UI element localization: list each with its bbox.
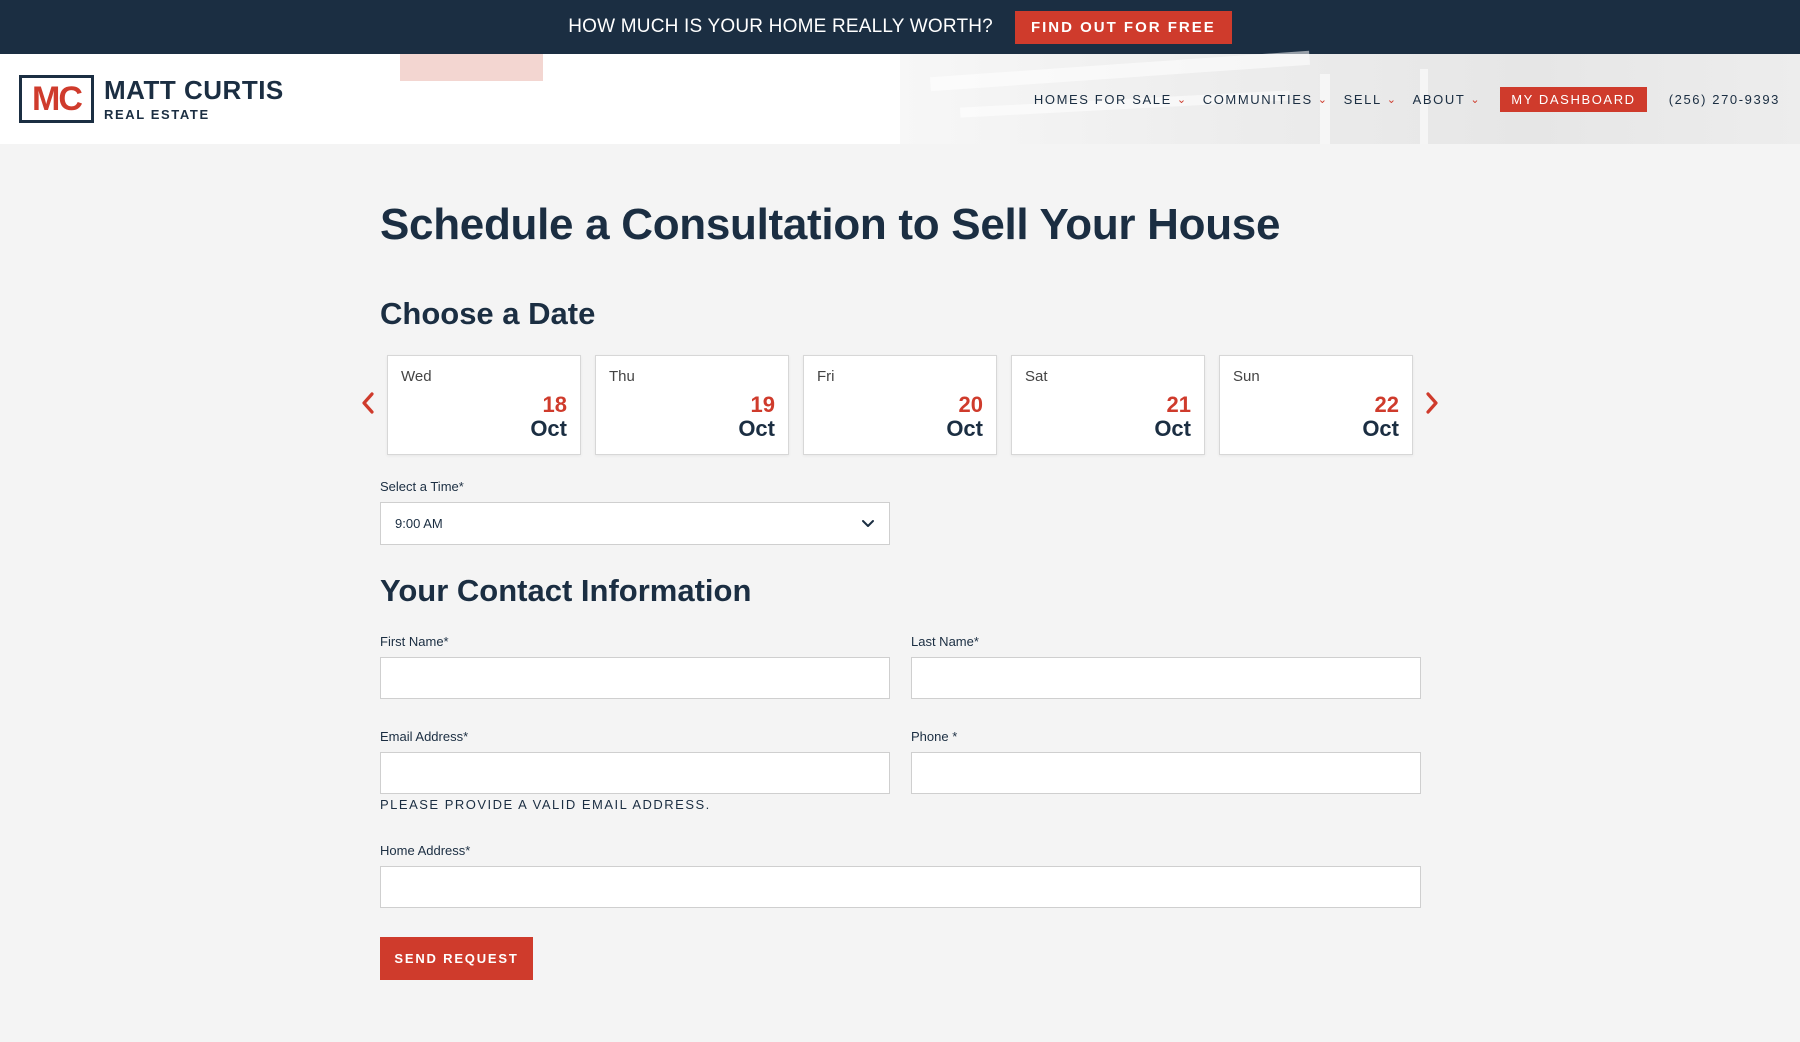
date-number: 18 — [542, 392, 567, 417]
date-month: Oct — [530, 416, 567, 441]
nav-sell[interactable]: SELL ⌄ — [1344, 92, 1398, 107]
site-header: MC MATT CURTIS REAL ESTATE HOMES FOR SAL… — [0, 50, 1800, 144]
phone-field[interactable] — [911, 752, 1421, 794]
date-month: Oct — [1362, 416, 1399, 441]
first-name-label: First Name* — [380, 634, 449, 649]
chevron-down-icon — [862, 519, 874, 527]
announcement-bar: HOW MUCH IS YOUR HOME REALLY WORTH? FIND… — [0, 0, 1800, 54]
date-month: Oct — [738, 416, 775, 441]
chevron-down-icon: ⌄ — [1470, 94, 1482, 106]
home-address-label: Home Address* — [380, 843, 471, 858]
chevron-left-icon — [362, 392, 374, 414]
date-card[interactable]: Thu 19 Oct — [595, 355, 789, 455]
nav-label: ABOUT — [1412, 92, 1466, 107]
faded-header-button — [400, 54, 543, 81]
last-name-label: Last Name* — [911, 634, 979, 649]
site-logo[interactable]: MC MATT CURTIS REAL ESTATE — [19, 75, 284, 123]
chevron-down-icon: ⌄ — [1317, 94, 1329, 106]
nav-communities[interactable]: COMMUNITIES ⌄ — [1203, 92, 1329, 107]
nav-homes-for-sale[interactable]: HOMES FOR SALE ⌄ — [1034, 92, 1188, 107]
phone-label: Phone * — [911, 729, 958, 744]
date-card[interactable]: Fri 20 Oct — [803, 355, 997, 455]
nav-about[interactable]: ABOUT ⌄ — [1413, 92, 1482, 107]
nav-label: SELL — [1343, 92, 1382, 107]
time-label: Select a Time* — [380, 479, 464, 494]
choose-date-heading: Choose a Date — [380, 296, 596, 331]
logo-subtitle: REAL ESTATE — [104, 106, 210, 122]
date-weekday: Wed — [401, 368, 432, 385]
my-dashboard-button[interactable]: MY DASHBOARD — [1500, 87, 1647, 112]
time-select[interactable]: 9:00 AM — [380, 502, 890, 545]
date-weekday: Sun — [1233, 368, 1260, 385]
date-card[interactable]: Sat 21 Oct — [1011, 355, 1205, 455]
date-number: 21 — [1166, 392, 1191, 417]
announcement-text: HOW MUCH IS YOUR HOME REALLY WORTH? — [568, 16, 993, 37]
date-weekday: Sat — [1025, 368, 1048, 385]
date-month: Oct — [1154, 416, 1191, 441]
email-error-message: PLEASE PROVIDE A VALID EMAIL ADDRESS. — [380, 797, 711, 812]
date-card[interactable]: Sun 22 Oct — [1219, 355, 1413, 455]
nav-label: HOMES FOR SALE — [1033, 92, 1172, 107]
main-nav: HOMES FOR SALE ⌄ COMMUNITIES ⌄ SELL ⌄ AB… — [1019, 87, 1780, 112]
chevron-down-icon: ⌄ — [1176, 94, 1188, 106]
logo-mark: MC — [19, 75, 94, 123]
page-title: Schedule a Consultation to Sell Your Hou… — [380, 200, 1281, 249]
date-weekday: Thu — [609, 368, 635, 385]
contact-info-heading: Your Contact Information — [380, 573, 752, 608]
next-dates-button[interactable] — [1420, 388, 1444, 418]
email-field[interactable] — [380, 752, 890, 794]
date-weekday: Fri — [817, 368, 835, 385]
nav-label: COMMUNITIES — [1202, 92, 1313, 107]
chevron-down-icon: ⌄ — [1386, 94, 1398, 106]
date-card[interactable]: Wed 18 Oct — [387, 355, 581, 455]
logo-name: MATT CURTIS — [104, 74, 284, 105]
phone-link[interactable]: (256) 270-9393 — [1669, 92, 1780, 107]
date-month: Oct — [946, 416, 983, 441]
date-number: 20 — [958, 392, 983, 417]
send-request-button[interactable]: SEND REQUEST — [380, 937, 533, 980]
email-label: Email Address* — [380, 729, 469, 744]
prev-dates-button[interactable] — [356, 388, 380, 418]
first-name-field[interactable] — [380, 657, 890, 699]
date-number: 19 — [750, 392, 775, 417]
home-address-field[interactable] — [380, 866, 1421, 908]
last-name-field[interactable] — [911, 657, 1421, 699]
date-number: 22 — [1374, 392, 1399, 417]
chevron-right-icon — [1426, 392, 1438, 414]
find-out-free-button[interactable]: FIND OUT FOR FREE — [1014, 10, 1232, 44]
time-select-value: 9:00 AM — [395, 516, 443, 531]
